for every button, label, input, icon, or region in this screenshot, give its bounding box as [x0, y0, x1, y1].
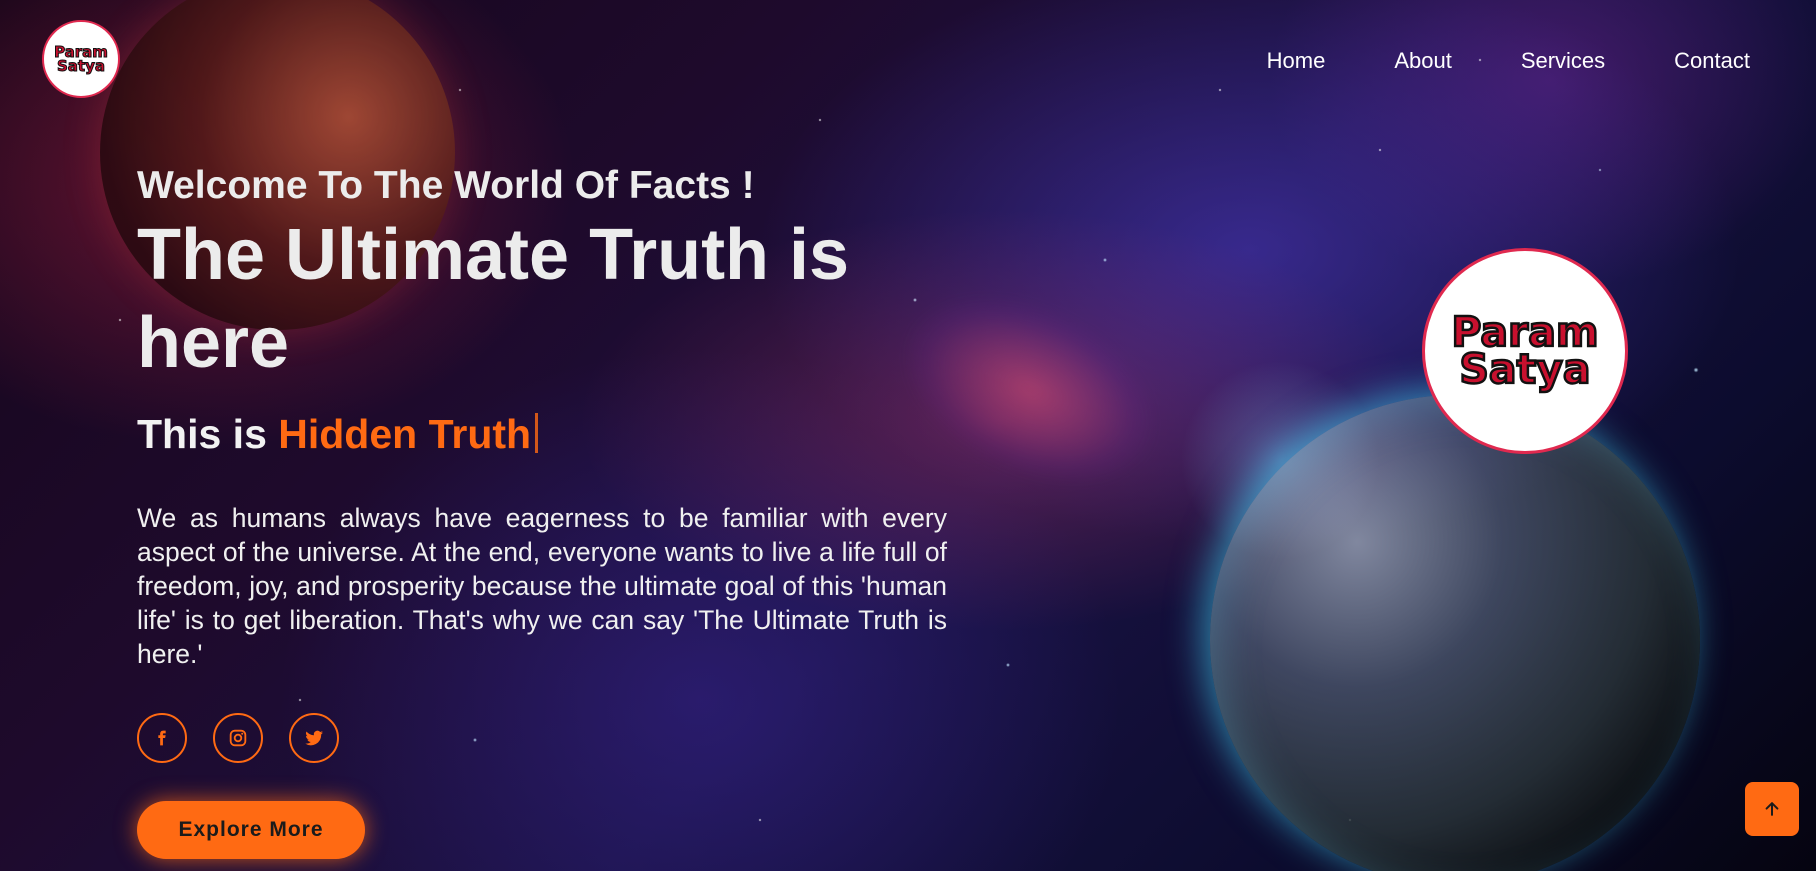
nav-item-about[interactable]: About — [1394, 48, 1452, 74]
subline-prefix: This is — [137, 411, 279, 457]
badge-text-line2: Satya — [1458, 345, 1592, 393]
nav-item-home[interactable]: Home — [1267, 48, 1326, 74]
subline-highlight: Hidden Truth — [278, 411, 532, 457]
welcome-heading: Welcome To The World Of Facts ! — [137, 164, 755, 207]
hero-headline: The Ultimate Truth is here — [137, 215, 850, 383]
twitter-link[interactable] — [289, 713, 339, 763]
facebook-icon — [158, 730, 166, 746]
typed-subline: This is Hidden Truth — [137, 409, 947, 459]
scroll-to-top-button[interactable] — [1745, 782, 1799, 836]
hero-page: Param Satya Home About Services Contact … — [0, 0, 1816, 871]
instagram-icon — [229, 729, 247, 747]
header-logo[interactable]: Param Satya — [42, 20, 120, 98]
nav-item-contact[interactable]: Contact — [1674, 48, 1750, 74]
hero-description: We as humans always have eagerness to be… — [137, 503, 947, 669]
explore-more-button[interactable]: Explore More — [137, 801, 365, 859]
nav-item-services[interactable]: Services — [1521, 48, 1605, 74]
twitter-icon — [305, 730, 323, 746]
earth-planet-image — [1210, 395, 1700, 871]
hero-content: Welcome To The World Of Facts ! The Ulti… — [137, 163, 947, 859]
facebook-link[interactable] — [137, 713, 187, 763]
main-nav: Home About Services Contact — [1267, 48, 1750, 74]
logo-text-line2: Satya — [57, 57, 106, 75]
social-links — [137, 713, 947, 763]
arrow-up-icon — [1765, 802, 1779, 816]
hero-logo-badge: Param Satya — [1422, 248, 1628, 454]
typing-cursor — [535, 413, 539, 453]
instagram-link[interactable] — [213, 713, 263, 763]
